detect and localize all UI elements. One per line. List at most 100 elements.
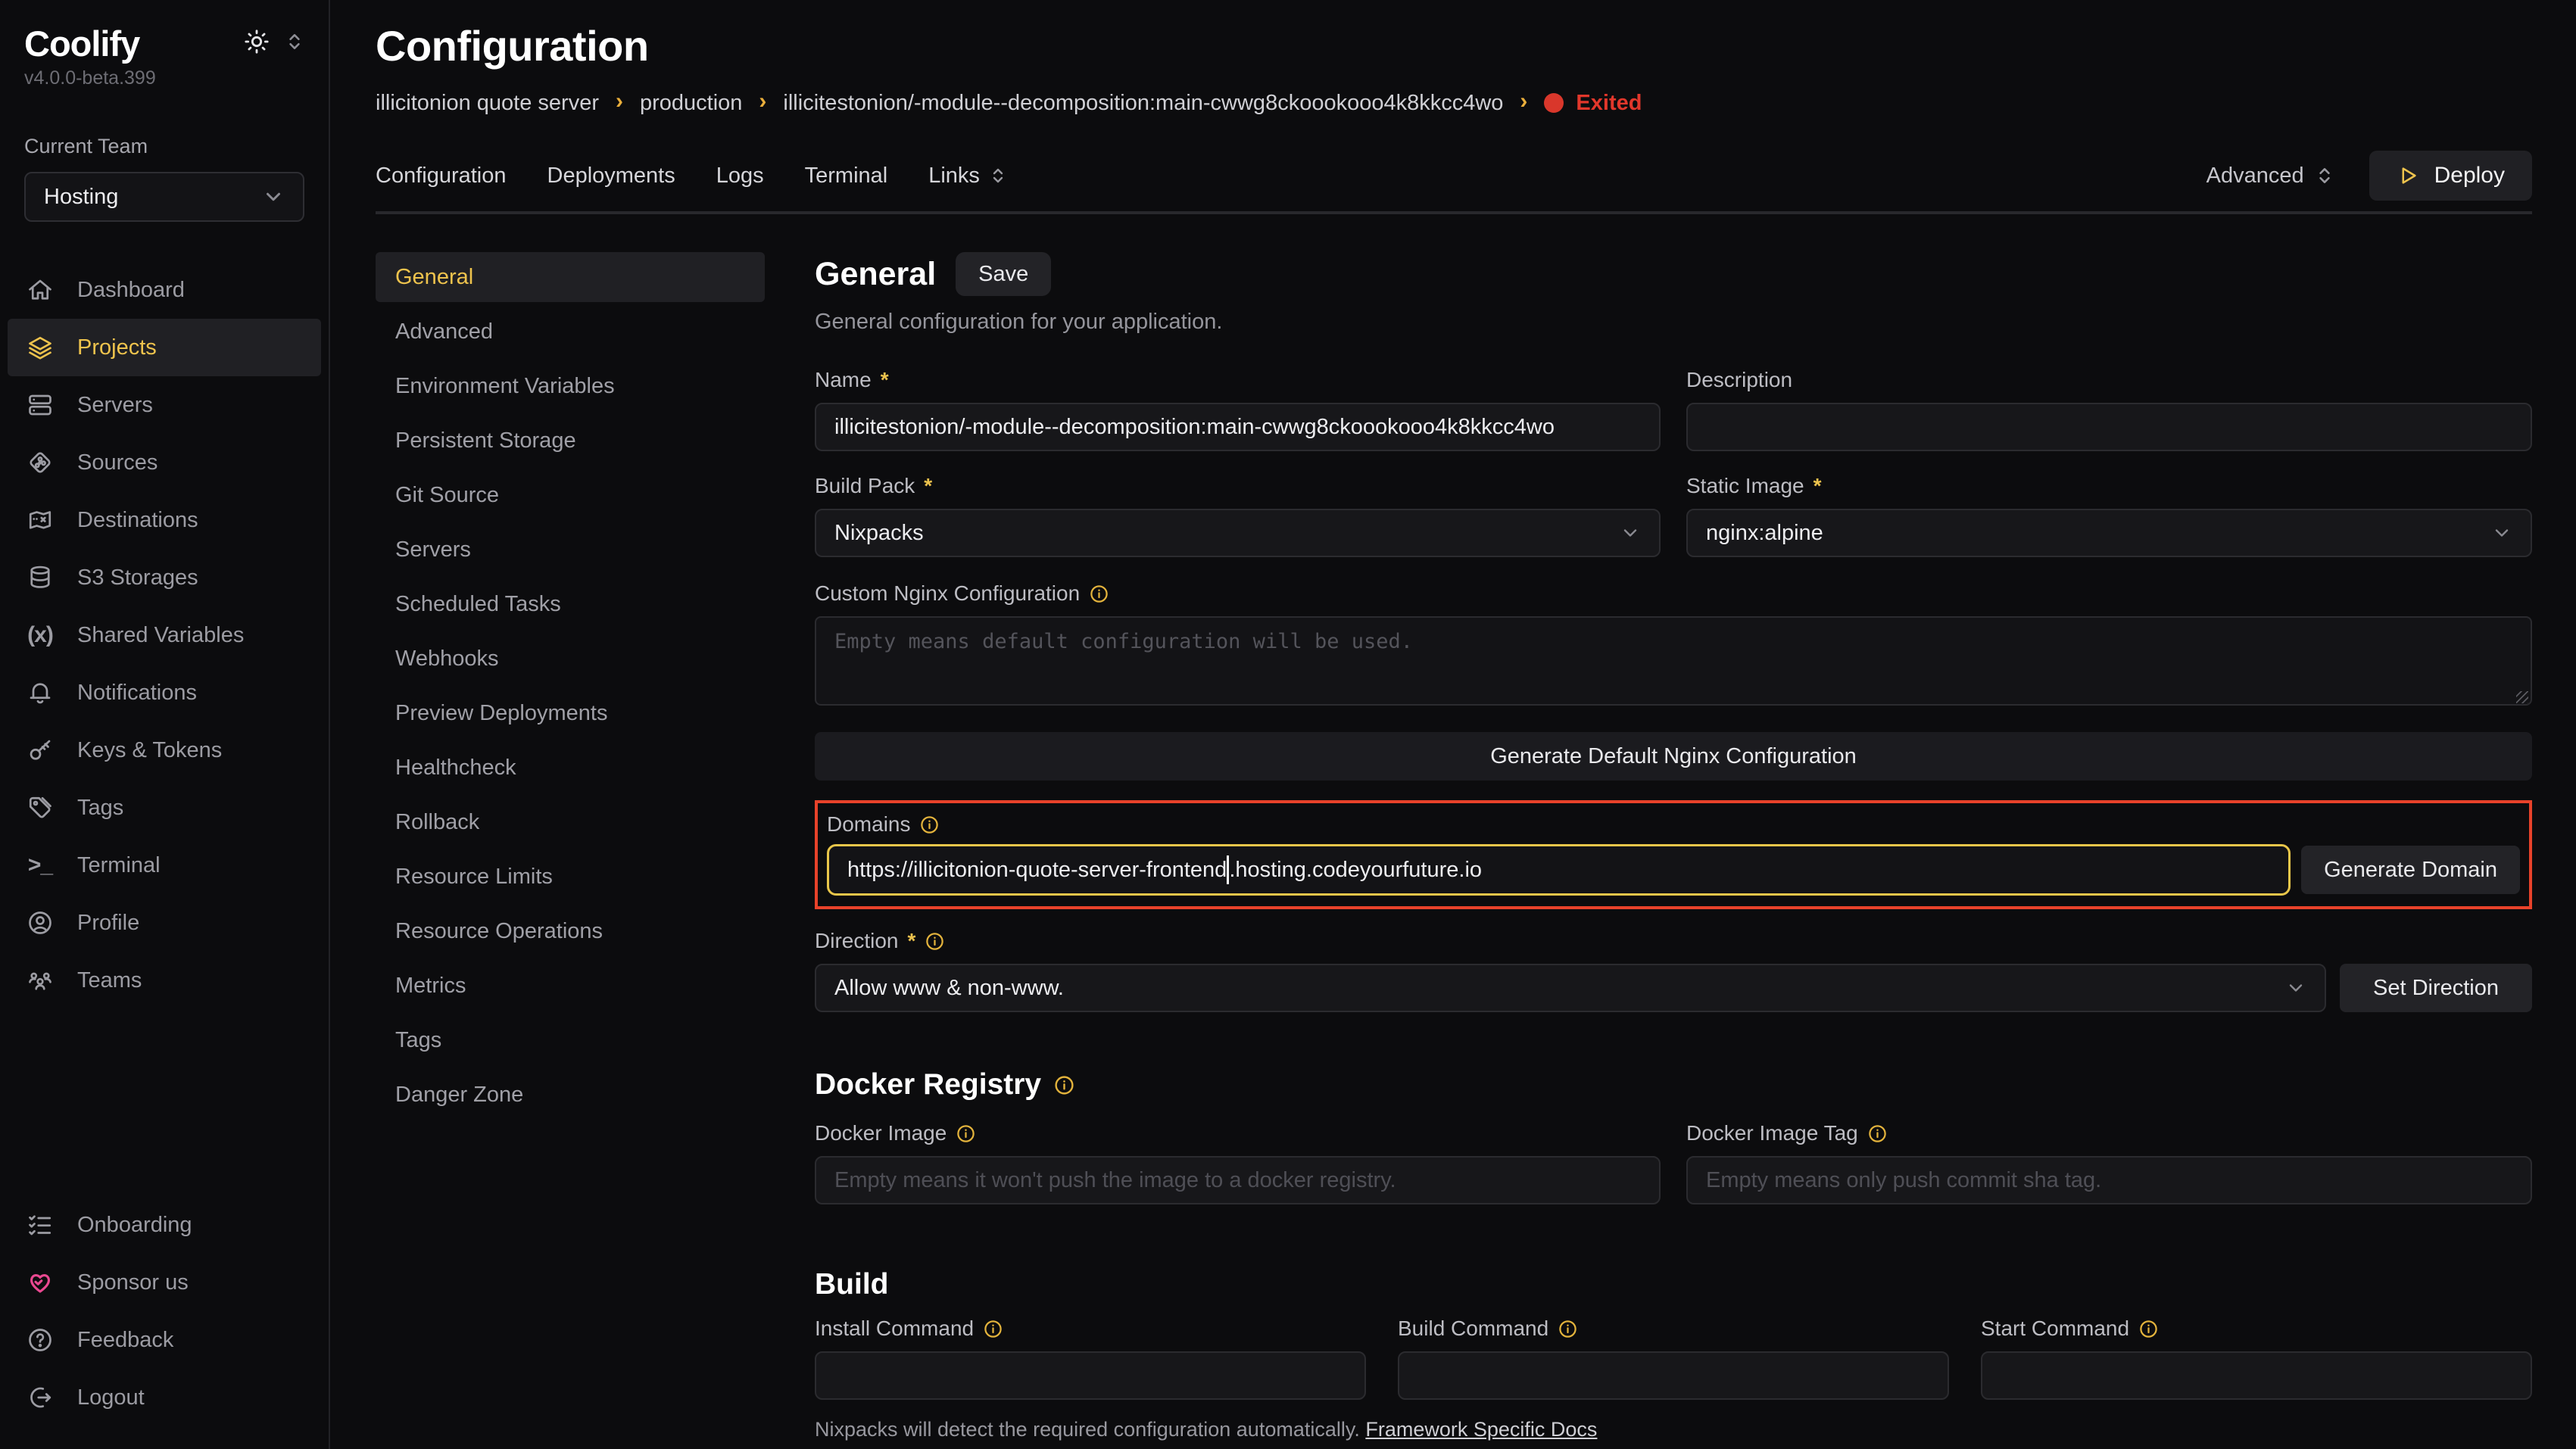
heart-icon <box>26 1268 55 1297</box>
config-nav-rollback[interactable]: Rollback <box>376 797 765 847</box>
config-nav-resource-limits[interactable]: Resource Limits <box>376 852 765 902</box>
updown-chevrons-icon[interactable] <box>285 32 304 51</box>
name-label: Name* <box>815 368 1661 392</box>
layers-icon <box>26 333 55 362</box>
generate-default-nginx-button[interactable]: Generate Default Nginx Configuration <box>815 732 2532 781</box>
status-dot-icon <box>1544 93 1564 113</box>
updown-chevrons-icon <box>2315 166 2334 185</box>
tab-links[interactable]: Links <box>928 164 1007 189</box>
required-asterisk: * <box>1813 474 1822 498</box>
config-nav-webhooks[interactable]: Webhooks <box>376 634 765 684</box>
sidebar-item-sources[interactable]: Sources <box>8 434 321 491</box>
theme-toggle-sun-icon[interactable] <box>244 29 270 55</box>
build-command-input[interactable] <box>1398 1351 1949 1400</box>
breadcrumb: illicitonion quote server › production ›… <box>376 90 2532 116</box>
updown-chevrons-icon <box>989 167 1007 185</box>
logout-icon <box>26 1383 55 1412</box>
domains-input[interactable]: https://illicitonion-quote-server-fronte… <box>827 844 2291 896</box>
start-command-input[interactable] <box>1981 1351 2532 1400</box>
chevron-down-icon <box>262 185 285 208</box>
advanced-toggle[interactable]: Advanced <box>2206 164 2334 189</box>
info-icon <box>1558 1319 1578 1339</box>
info-icon <box>1867 1123 1888 1144</box>
team-select-value: Hosting <box>44 185 118 210</box>
breadcrumb-project[interactable]: illicitonion quote server <box>376 91 599 116</box>
config-nav-danger-zone[interactable]: Danger Zone <box>376 1070 765 1120</box>
install-command-label: Install Command <box>815 1317 1366 1341</box>
resize-handle[interactable] <box>2516 691 2528 703</box>
required-asterisk: * <box>881 368 889 392</box>
deploy-button[interactable]: Deploy <box>2369 151 2532 201</box>
sidebar-item-shared-variables[interactable]: (x) Shared Variables <box>8 606 321 664</box>
install-command-input[interactable] <box>815 1351 1366 1400</box>
description-label: Description <box>1686 368 2532 392</box>
custom-nginx-textarea[interactable] <box>815 616 2532 706</box>
direction-label: Direction* <box>815 929 2532 953</box>
config-nav-scheduled-tasks[interactable]: Scheduled Tasks <box>376 579 765 629</box>
breadcrumb-application[interactable]: illicitestonion/-module--decomposition:m… <box>783 91 1503 116</box>
chevron-down-icon <box>1620 522 1641 544</box>
page-title: Configuration <box>376 21 2532 70</box>
tab-configuration[interactable]: Configuration <box>376 164 507 189</box>
tabs-row: Configuration Deployments Logs Terminal … <box>376 148 2532 204</box>
config-nav-healthcheck[interactable]: Healthcheck <box>376 743 765 793</box>
sidebar-item-destinations[interactable]: Destinations <box>8 491 321 549</box>
docker-image-tag-input[interactable] <box>1686 1156 2532 1204</box>
sidebar-item-onboarding[interactable]: Onboarding <box>8 1196 321 1254</box>
config-nav-general[interactable]: General <box>376 252 765 302</box>
info-icon <box>956 1123 976 1144</box>
section-title-general: General <box>815 256 936 293</box>
description-input[interactable] <box>1686 403 2532 451</box>
tab-deployments[interactable]: Deployments <box>547 164 675 189</box>
set-direction-button[interactable]: Set Direction <box>2340 964 2532 1012</box>
sidebar-item-feedback[interactable]: Feedback <box>8 1311 321 1369</box>
sidebar-item-dashboard[interactable]: Dashboard <box>8 261 321 319</box>
build-pack-select[interactable]: Nixpacks <box>815 509 1661 557</box>
config-nav-preview-deployments[interactable]: Preview Deployments <box>376 688 765 738</box>
sidebar: Coolify v4.0.0-beta.399 Current Team Hos… <box>0 0 330 1449</box>
user-icon <box>26 908 55 937</box>
name-input[interactable] <box>815 403 1661 451</box>
sidebar-item-sponsor-us[interactable]: Sponsor us <box>8 1254 321 1311</box>
sidebar-item-tags[interactable]: Tags <box>8 779 321 837</box>
config-nav-advanced[interactable]: Advanced <box>376 307 765 357</box>
config-nav-git-source[interactable]: Git Source <box>376 470 765 520</box>
tab-logs[interactable]: Logs <box>716 164 764 189</box>
direction-select[interactable]: Allow www & non-www. <box>815 964 2326 1012</box>
start-command-label: Start Command <box>1981 1317 2532 1341</box>
users-icon <box>26 966 55 995</box>
docker-image-tag-label: Docker Image Tag <box>1686 1121 2532 1145</box>
framework-docs-link[interactable]: Framework Specific Docs <box>1365 1418 1597 1441</box>
config-nav-persistent-storage[interactable]: Persistent Storage <box>376 416 765 466</box>
chevron-right-icon: › <box>1520 89 1527 114</box>
sidebar-item-terminal[interactable]: >_ Terminal <box>8 837 321 894</box>
docker-image-input[interactable] <box>815 1156 1661 1204</box>
config-nav-resource-operations[interactable]: Resource Operations <box>376 906 765 956</box>
breadcrumb-environment[interactable]: production <box>640 91 742 116</box>
git-source-icon <box>26 448 55 477</box>
config-section-nav: General Advanced Environment Variables P… <box>376 252 765 1449</box>
generate-domain-button[interactable]: Generate Domain <box>2301 846 2520 894</box>
config-nav-tags[interactable]: Tags <box>376 1015 765 1065</box>
info-icon <box>983 1319 1003 1339</box>
sidebar-item-keys-tokens[interactable]: Keys & Tokens <box>8 721 321 779</box>
chevron-right-icon: › <box>616 89 623 114</box>
sidebar-item-logout[interactable]: Logout <box>8 1369 321 1426</box>
tab-terminal[interactable]: Terminal <box>805 164 888 189</box>
sidebar-item-profile[interactable]: Profile <box>8 894 321 952</box>
sidebar-item-projects[interactable]: Projects <box>8 319 321 376</box>
team-select[interactable]: Hosting <box>24 172 304 222</box>
static-image-select[interactable]: nginx:alpine <box>1686 509 2532 557</box>
save-button[interactable]: Save <box>956 252 1051 296</box>
database-icon <box>26 563 55 592</box>
variables-icon: (x) <box>26 621 55 650</box>
config-nav-metrics[interactable]: Metrics <box>376 961 765 1011</box>
config-nav-environment-variables[interactable]: Environment Variables <box>376 361 765 411</box>
sidebar-item-s3-storages[interactable]: S3 Storages <box>8 549 321 606</box>
sidebar-item-notifications[interactable]: Notifications <box>8 664 321 721</box>
bell-icon <box>26 678 55 707</box>
sidebar-item-servers[interactable]: Servers <box>8 376 321 434</box>
current-team-label: Current Team <box>24 135 304 158</box>
sidebar-item-teams[interactable]: Teams <box>8 952 321 1009</box>
config-nav-servers[interactable]: Servers <box>376 525 765 575</box>
